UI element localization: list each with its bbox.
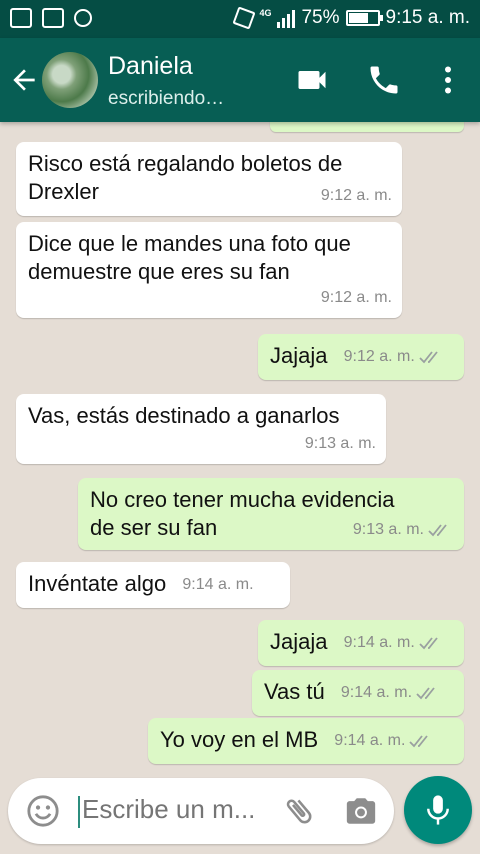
video-call-icon[interactable]: [294, 62, 330, 98]
message-text: Vas tú: [264, 679, 325, 704]
message-bubble[interactable]: Risco está regalando boletos de Drexler …: [16, 142, 402, 216]
message-bubble[interactable]: Dice que le mandes una foto que demuestr…: [16, 222, 402, 318]
message-text: Risco está regalando boletos de: [28, 151, 343, 176]
mic-button[interactable]: [404, 776, 472, 844]
message-bubble[interactable]: Jajaja 9:14 a. m.: [258, 620, 464, 666]
battery-percent: 75%: [301, 7, 340, 28]
text-caret: [78, 796, 80, 828]
vibrate-icon: [232, 6, 256, 30]
mic-icon: [427, 795, 449, 825]
laptop-notification-icon: [42, 8, 64, 28]
read-ticks-icon: [416, 687, 435, 700]
battery-icon: [345, 10, 383, 26]
message-time: 9:13 a. m.: [304, 435, 376, 452]
message-text: demuestre que eres su fan: [28, 259, 290, 284]
emoji-icon[interactable]: [26, 794, 60, 828]
clock: 9:15 a. m.: [385, 7, 471, 28]
phone-icon[interactable]: [366, 62, 402, 98]
signal-icon: [277, 8, 296, 28]
message-bubble[interactable]: Vas tú 9:14 a. m.: [252, 670, 464, 716]
network-type: 4G: [259, 7, 272, 18]
read-ticks-icon: [419, 351, 438, 364]
message-time: 9:14 a. m.: [340, 684, 413, 702]
chat-header: Daniela escribiendo…: [0, 38, 480, 122]
message-input[interactable]: [82, 794, 272, 825]
camera-icon[interactable]: [344, 794, 378, 828]
contact-name[interactable]: Daniela: [108, 52, 193, 81]
message-text: Invéntate algo: [28, 571, 167, 596]
message-text: Yo voy en el MB: [160, 727, 319, 752]
back-arrow-icon[interactable]: [8, 64, 40, 96]
message-bubble[interactable]: No creo tener mucha evidencia de ser su …: [78, 478, 464, 550]
message-bubble[interactable]: Yo voy en el MB 9:14 a. m.: [148, 718, 464, 764]
message-bubble[interactable]: Invéntate algo 9:14 a. m.: [16, 562, 290, 608]
message-bubble[interactable]: Vas, estás destinado a ganarlos 9:13 a. …: [16, 394, 386, 464]
message-time: 9:14 a. m.: [343, 634, 415, 652]
message-bubble[interactable]: Jajaja 9:12 a. m.: [258, 334, 464, 380]
read-ticks-icon: [419, 637, 438, 650]
message-text: No creo tener mucha evidencia: [90, 487, 395, 512]
read-ticks-icon: [409, 735, 429, 748]
message-time: 9:13 a. m.: [352, 521, 424, 538]
message-time: 9:12 a. m.: [320, 289, 392, 306]
message-composer: [8, 778, 394, 844]
message-text: Jajaja: [270, 629, 328, 654]
message-text: Vas, estás destinado a ganarlos: [28, 403, 340, 428]
avatar[interactable]: [42, 52, 98, 108]
whatsapp-notification-icon: [74, 9, 92, 27]
contact-status: escribiendo…: [108, 88, 225, 109]
message-time: 9:14 a. m.: [334, 732, 406, 750]
gallery-notification-icon: [10, 8, 32, 28]
message-text: Dice que le mandes una foto que: [28, 231, 351, 256]
message-time: 9:12 a. m.: [343, 348, 415, 366]
read-ticks-icon: [428, 524, 447, 537]
message-time: 9:12 a. m.: [320, 187, 392, 204]
previous-message-bubble: [270, 122, 464, 132]
status-bar: 4G 75% 9:15 a. m.: [0, 0, 480, 38]
message-text: Jajaja: [270, 343, 328, 368]
more-vert-icon[interactable]: [430, 62, 466, 98]
chat-area[interactable]: Risco está regalando boletos de Drexler …: [0, 122, 480, 770]
message-time: 9:14 a. m.: [182, 576, 254, 594]
attach-icon[interactable]: [282, 794, 316, 828]
